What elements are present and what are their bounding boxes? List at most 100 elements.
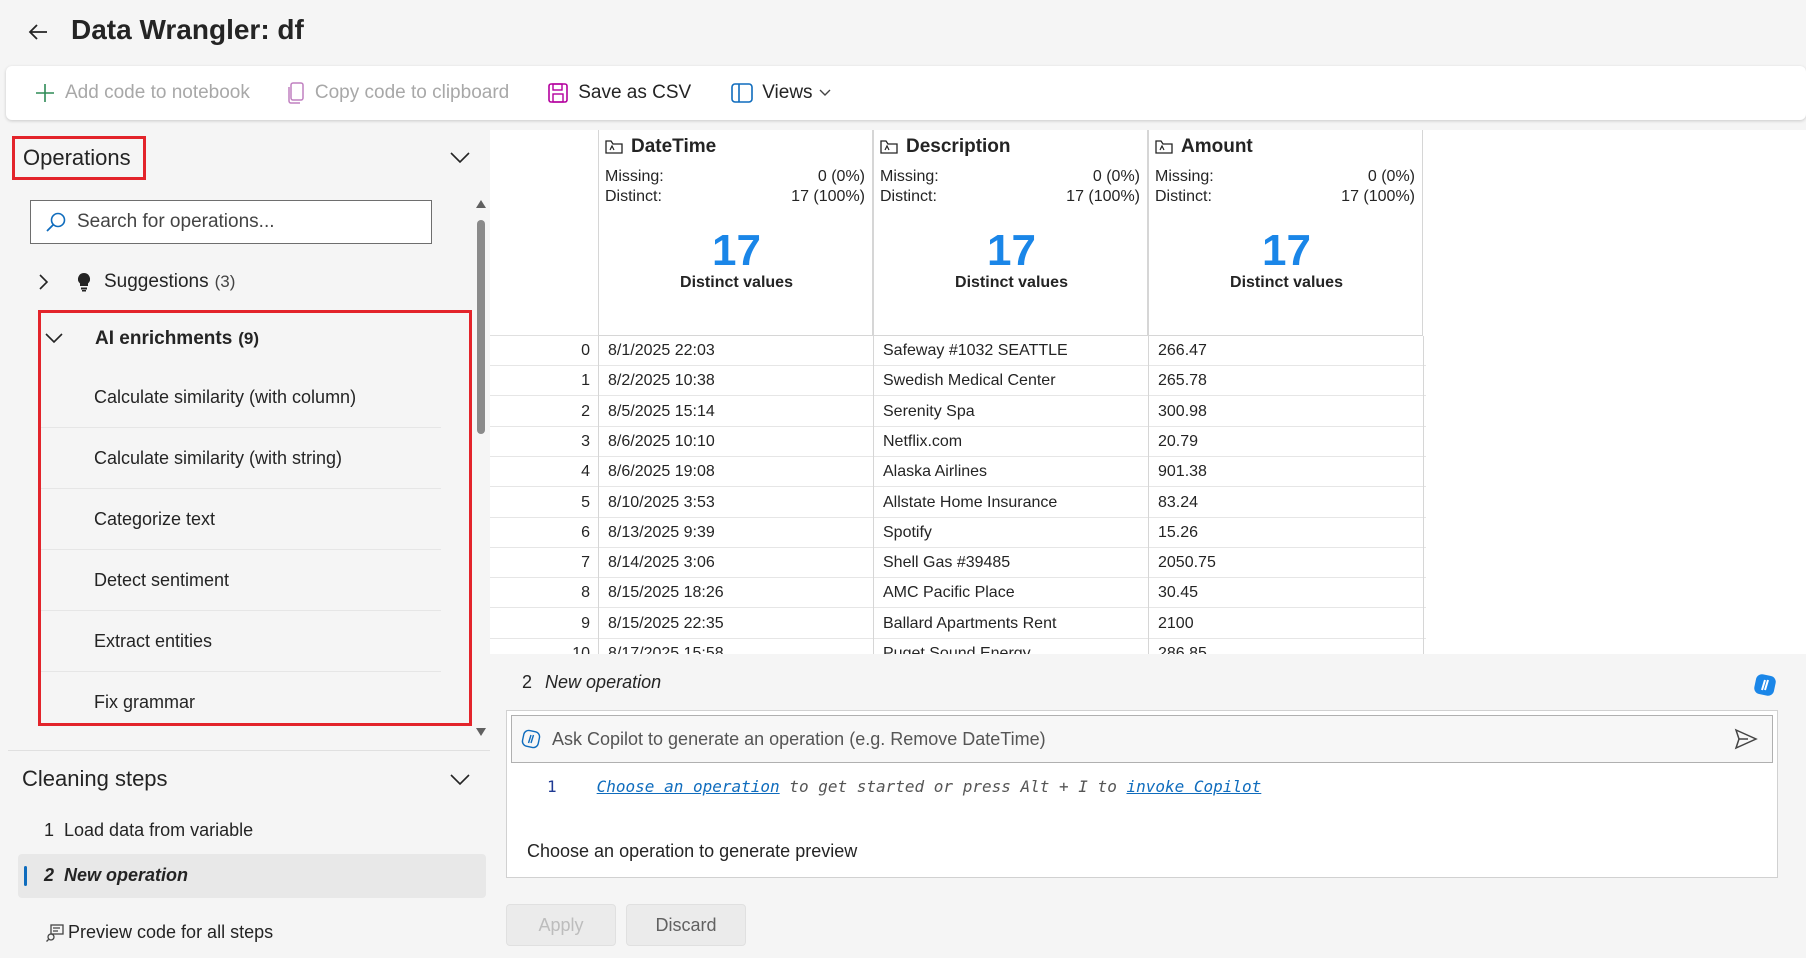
- operation-panel: 2 New operation 1 Choose an operation to…: [490, 654, 1806, 958]
- cell-amount: 265.78: [1158, 372, 1207, 390]
- step-label: Load data from variable: [64, 820, 254, 840]
- active-indicator: [24, 866, 27, 886]
- current-step-heading: 2 New operation: [522, 672, 661, 693]
- search-icon: [46, 212, 66, 232]
- cell-description: Ballard Apartments Rent: [883, 614, 1057, 632]
- row-index: 8: [581, 584, 590, 602]
- plus-icon: [34, 82, 56, 104]
- code-hint-text: to get started or press Alt + I to: [779, 777, 1127, 796]
- preview-code-all-steps-button[interactable]: Preview code for all steps: [46, 922, 273, 943]
- grid-scrollbar[interactable]: [1784, 130, 1790, 654]
- suggestions-count: (3): [214, 272, 236, 291]
- search-operations-input[interactable]: [77, 211, 417, 233]
- copilot-icon: [521, 729, 541, 749]
- cell-datetime: 8/15/2025 18:26: [608, 584, 724, 602]
- cell-description: Netflix.com: [883, 432, 963, 450]
- line-number: 1: [547, 777, 557, 796]
- table-row[interactable]: 8 8/15/2025 18:26 AMC Pacific Place 30.45: [490, 578, 1426, 609]
- cell-datetime: 8/17/2025 15:58: [608, 645, 724, 654]
- row-index: 4: [581, 463, 590, 481]
- table-row[interactable]: 7 8/14/2025 3:06 Shell Gas #39485 2050.75: [490, 548, 1426, 579]
- operation-item[interactable]: Fix grammar: [41, 672, 441, 733]
- cleaning-step[interactable]: 1 Load data from variable: [44, 820, 253, 841]
- table-row[interactable]: 3 8/6/2025 10:10 Netflix.com 20.79: [490, 427, 1426, 457]
- copilot-button[interactable]: [1752, 672, 1778, 698]
- cell-description: Allstate Home Insurance: [883, 493, 1058, 511]
- code-editor: 1 Choose an operation to get started or …: [506, 710, 1778, 878]
- column-header-datetime[interactable]: DateTime Missing: 0 (0%) Distinct: 17 (100…: [598, 130, 873, 336]
- ai-enrichments-label: AI enrichments: [95, 328, 233, 349]
- choose-operation-link[interactable]: Choose an operation: [597, 777, 780, 796]
- step-number: 2: [522, 672, 533, 692]
- copilot-icon: [1754, 674, 1776, 696]
- invoke-copilot-link[interactable]: invoke Copilot: [1126, 777, 1261, 796]
- table-row[interactable]: 9 8/15/2025 22:35 Ballard Apartments Rent 2…: [490, 609, 1426, 639]
- column-type-icon: [1155, 139, 1173, 155]
- discard-button[interactable]: Discard: [626, 904, 746, 946]
- chevron-down-icon: [45, 333, 63, 345]
- copy-code-button[interactable]: Copy code to clipboard: [264, 66, 523, 120]
- cell-description: Shell Gas #39485: [883, 554, 1011, 572]
- cell-amount: 15.26: [1158, 523, 1199, 541]
- operations-scrollbar[interactable]: [474, 198, 488, 738]
- cell-amount: 2050.75: [1158, 554, 1216, 572]
- add-code-button[interactable]: Add code to notebook: [6, 66, 264, 120]
- cell-amount: 300.98: [1158, 402, 1207, 420]
- cleaning-steps-collapse-button[interactable]: [446, 766, 474, 794]
- column-name: Description: [880, 136, 1011, 158]
- toolbar: Add code to notebook Copy code to clipbo…: [6, 66, 1806, 120]
- cell-description: Safeway #1032 SEATTLE: [883, 342, 1068, 359]
- column-header-amount[interactable]: Amount Missing: 0 (0%) Distinct: 17 (100%)…: [1148, 130, 1423, 336]
- table-row[interactable]: 1 8/2/2025 10:38 Swedish Medical Center 265…: [490, 366, 1426, 397]
- missing-stat: Missing: 0 (0%): [605, 168, 865, 185]
- operation-label: Categorize text: [94, 508, 216, 529]
- missing-stat: Missing: 0 (0%): [880, 168, 1140, 185]
- operation-label: Calculate similarity (with string): [94, 447, 343, 468]
- views-button[interactable]: Views: [705, 66, 844, 120]
- cell-description: Serenity Spa: [883, 402, 975, 420]
- table-row[interactable]: 10 8/17/2025 15:58 Puget Sound Energy 286.8…: [490, 639, 1426, 654]
- cell-amount: 901.38: [1158, 463, 1207, 481]
- operation-item[interactable]: Calculate similarity (with column): [41, 367, 441, 428]
- step-number: 1: [44, 820, 55, 840]
- table-row[interactable]: 5 8/10/2025 3:53 Allstate Home Insurance 83…: [490, 488, 1426, 518]
- distinct-values-label: Distinct values: [955, 274, 1068, 291]
- operation-item[interactable]: Categorize text: [41, 489, 441, 550]
- chevron-down-icon: [450, 152, 470, 164]
- table-row[interactable]: 6 8/13/2025 9:39 Spotify 15.26: [490, 518, 1426, 548]
- apply-button[interactable]: Apply: [506, 904, 616, 946]
- back-button[interactable]: [22, 16, 54, 48]
- scrollbar-thumb[interactable]: [477, 220, 485, 434]
- operations-collapse-button[interactable]: [446, 144, 474, 172]
- cell-amount: 2100: [1158, 614, 1194, 632]
- column-header-description[interactable]: Description Missing: 0 (0%) Distinct: 17 (…: [873, 130, 1148, 336]
- distinct-stat: Distinct: 17 (100%): [880, 188, 1140, 205]
- send-button[interactable]: [1734, 727, 1760, 753]
- views-icon: [731, 83, 754, 103]
- cell-amount: 83.24: [1158, 493, 1199, 511]
- cell-datetime: 8/2/2025 10:38: [608, 372, 715, 390]
- distinct-stat: Distinct: 17 (100%): [605, 188, 865, 205]
- cell-datetime: 8/13/2025 9:39: [608, 523, 715, 541]
- table-row[interactable]: 0 8/1/2025 22:03 Safeway #1032 SEATTLE 266.…: [490, 336, 1426, 366]
- cleaning-step-active[interactable]: 2 New operation: [18, 854, 486, 898]
- views-label: Views: [762, 82, 813, 103]
- table-row[interactable]: 4 8/6/2025 19:08 Alaska Airlines 901.38: [490, 457, 1426, 488]
- save-icon: [547, 82, 569, 104]
- copy-code-label: Copy code to clipboard: [314, 82, 510, 103]
- row-index: 9: [581, 614, 590, 632]
- operation-item[interactable]: Extract entities: [41, 611, 441, 672]
- cell-datetime: 8/14/2025 3:06: [608, 554, 715, 572]
- operation-item[interactable]: Calculate similarity (with string): [41, 428, 441, 489]
- save-csv-button[interactable]: Save as CSV: [523, 66, 705, 120]
- cell-datetime: 8/15/2025 22:35: [608, 614, 724, 632]
- column-divider: [1423, 336, 1424, 654]
- copilot-prompt-input[interactable]: [552, 728, 1712, 750]
- row-index: 5: [581, 493, 590, 511]
- step-label: New operation: [545, 672, 662, 692]
- missing-stat: Missing: 0 (0%): [1155, 168, 1415, 185]
- ai-enrichments-header[interactable]: AI enrichments (9): [41, 319, 259, 359]
- table-row[interactable]: 2 8/5/2025 15:14 Serenity Spa 300.98: [490, 397, 1426, 427]
- suggestions-group[interactable]: Suggestions (3): [38, 264, 235, 300]
- operation-item[interactable]: Detect sentiment: [41, 550, 441, 611]
